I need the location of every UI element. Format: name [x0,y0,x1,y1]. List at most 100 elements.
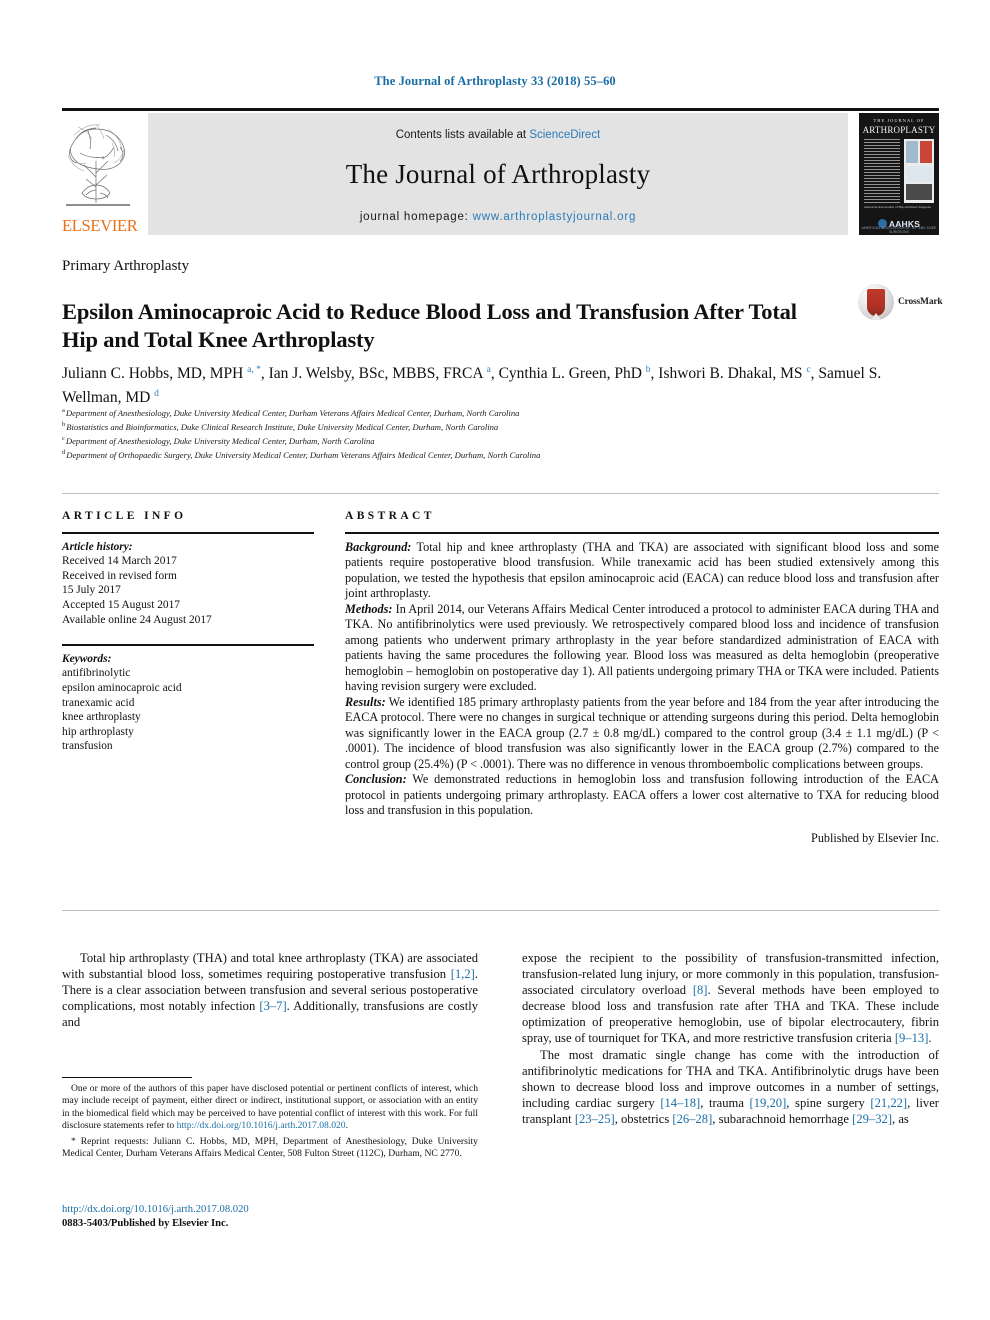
sciencedirect-link[interactable]: ScienceDirect [529,129,600,141]
abstract-rule [345,532,939,534]
contents-prefix: Contents lists available at [395,129,530,141]
disclosure-footnote: One or more of the authors of this paper… [62,1083,478,1133]
abstract-section: Background: Total hip and knee arthropla… [345,540,939,602]
author-name: Ian J. Welsby, BSc, MBBS, FRCA [268,365,487,383]
affiliation-marker: d [62,449,66,457]
abstract-published-by: Published by Elsevier Inc. [811,830,939,845]
article-doi-link[interactable]: http://dx.doi.org/10.1016/j.arth.2017.08… [62,1203,478,1217]
cover-figure-d [906,184,932,200]
elsevier-logo: ELSEVIER [62,113,138,235]
keyword-item[interactable]: transfusion [62,739,314,754]
citation-19-20[interactable]: [19,20] [750,1096,787,1110]
affiliation-marker: b [62,421,66,429]
article-history-item: 15 July 2017 [62,584,121,597]
body-r1c: . [928,1031,932,1046]
keywords-items: antifibrinolytic epsilon aminocaproic aci… [62,666,314,754]
affiliation-marker: a [62,407,65,414]
cover-image-column [904,139,934,203]
body-r2c: , spine surgery [786,1095,871,1110]
keyword-item[interactable]: knee arthroplasty [62,710,314,725]
affiliation-row: cDepartment of Anesthesiology, Duke Univ… [62,433,922,447]
abstract-section-text: We identified 185 primary arthroplasty p… [345,694,939,771]
article-info-heading: ARTICLE INFO [62,510,187,522]
author-separator: , [490,365,499,383]
homepage-prefix: journal homepage: [359,211,473,223]
body-l1a: Total hip arthroplasty (THA) and total k… [62,951,478,982]
reprint-marker-icon: * [71,1135,81,1147]
affiliation-row: dDepartment of Orthopaedic Surgery, Duke… [62,447,922,461]
keyword-item[interactable]: tranexamic acid [62,696,314,711]
citation-9-13[interactable]: [9–13] [895,1031,929,1045]
keyword-item[interactable]: hip arthroplasty [62,725,314,740]
affiliation-row: aDepartment of Anesthesiology, Duke Univ… [62,405,922,419]
keyword-item[interactable]: antifibrinolytic [62,666,314,681]
body-paragraph-1: Total hip arthroplasty (THA) and total k… [62,950,478,1030]
affiliation-text: Department of Orthopaedic Surgery, Duke … [66,450,541,461]
elsevier-tree-icon [66,124,130,206]
author-name: Juliann C. Hobbs, MD, MPH [62,365,248,383]
keyword-item[interactable]: epsilon aminocaproic acid [62,681,314,696]
body-r2b: , trauma [700,1095,750,1110]
cover-text-column [864,139,900,203]
article-history-item: Received 14 March 2017 [62,555,177,568]
citation-23-25[interactable]: [23–25] [575,1112,615,1126]
author-affiliation-marker[interactable]: a, * [247,365,261,375]
journal-homepage-link[interactable]: www.arthroplastyjournal.org [473,211,637,223]
body-paragraph-3: The most dramatic single change has come… [522,1047,939,1127]
citation-8[interactable]: [8] [693,983,708,997]
body-paragraph-2: expose the recipient to the possibility … [522,950,939,1047]
cover-figure-c [906,166,932,182]
citation-2[interactable]: [3–7] [259,999,286,1013]
author-list: Juliann C. Hobbs, MD, MPH a, *, Ian J. W… [62,360,882,408]
affiliation-row: bBiostatistics and Bioinformatics, Duke … [62,419,922,433]
abstract-section-label: Results: [345,694,386,709]
abstract-section-label: Conclusion: [345,772,407,787]
abstract-section-text: In April 2014, our Veterans Affairs Medi… [345,601,939,694]
article-history-items: Received 14 March 2017 Received in revise… [62,554,314,627]
article-info-rule [62,532,314,534]
abstract-section-label: Background: [345,539,412,554]
article-history-item: Accepted 15 August 2017 [62,598,180,611]
body-r2g: , as [892,1111,909,1126]
masthead-top-rule [62,108,939,111]
contents-list-line: Contents lists available at ScienceDirec… [148,129,848,141]
article-history-item: Received in revised form [62,569,177,582]
disclosure-doi-link[interactable]: http://dx.doi.org/10.1016/j.arth.2017.08… [177,1120,346,1131]
author-separator: , [260,365,269,383]
masthead-center-panel: Contents lists available at ScienceDirec… [148,113,848,235]
cover-artwork [864,139,934,203]
author-affiliation-marker[interactable]: d [154,389,159,399]
citation-29-32[interactable]: [29–32] [852,1112,892,1126]
disclosure-text-end: . [345,1120,349,1132]
affiliation-text: Biostatistics and Bioinformatics, Duke C… [66,421,499,432]
body-r2f: , subarachnoid hemorrhage [712,1111,853,1126]
keywords-block: Keywords: antifibrinolytic epsilon aminoc… [62,652,314,754]
author-name: Cynthia L. Green, PhD [498,365,646,383]
citation-26-28[interactable]: [26–28] [672,1112,712,1126]
body-r2e: , obstetrics [614,1111,673,1126]
journal-cover-thumbnail: THE JOURNAL OF ARTHROPLASTY American Ass… [859,113,939,235]
crossmark-badge[interactable]: CrossMark [858,284,943,324]
abstract-section-label: Methods: [345,601,393,616]
reprint-footnote: * Reprint requests: Juliann C. Hobbs, MD… [62,1136,478,1161]
page-title: Epsilon Aminocaproic Acid to Reduce Bloo… [62,299,797,353]
abstract-block-bottom-rule [62,910,939,911]
running-head: The Journal of Arthroplasty 33 (2018) 55… [374,74,616,88]
affiliation-marker: c [62,435,65,443]
footnote-block: One or more of the authors of this paper… [62,1083,478,1160]
crossmark-notch-icon [871,313,881,320]
citation-1[interactable]: [1,2] [451,967,475,981]
cover-figure-a [906,141,918,163]
cover-caption: American Association of Hip and Knee Sur… [864,205,931,209]
abstract-section: Conclusion: We demonstrated reductions i… [345,772,939,819]
abstract-section-text: Total hip and knee arthroplasty (THA and… [345,539,939,601]
article-info-column: ARTICLE INFO Article history: Received 1… [62,510,314,754]
journal-masthead: ELSEVIER Contents lists available at Sci… [62,113,939,235]
citation-14-18[interactable]: [14–18] [660,1096,700,1110]
affiliation-list: aDepartment of Anesthesiology, Duke Univ… [62,405,922,461]
citation-21-22[interactable]: [21,22] [870,1096,907,1110]
footnote-rule [62,1077,192,1078]
journal-title: The Journal of Arthroplasty [345,159,651,189]
abstract-section: Methods: In April 2014, our Veterans Aff… [345,602,939,695]
crossmark-shield-icon [867,289,885,316]
